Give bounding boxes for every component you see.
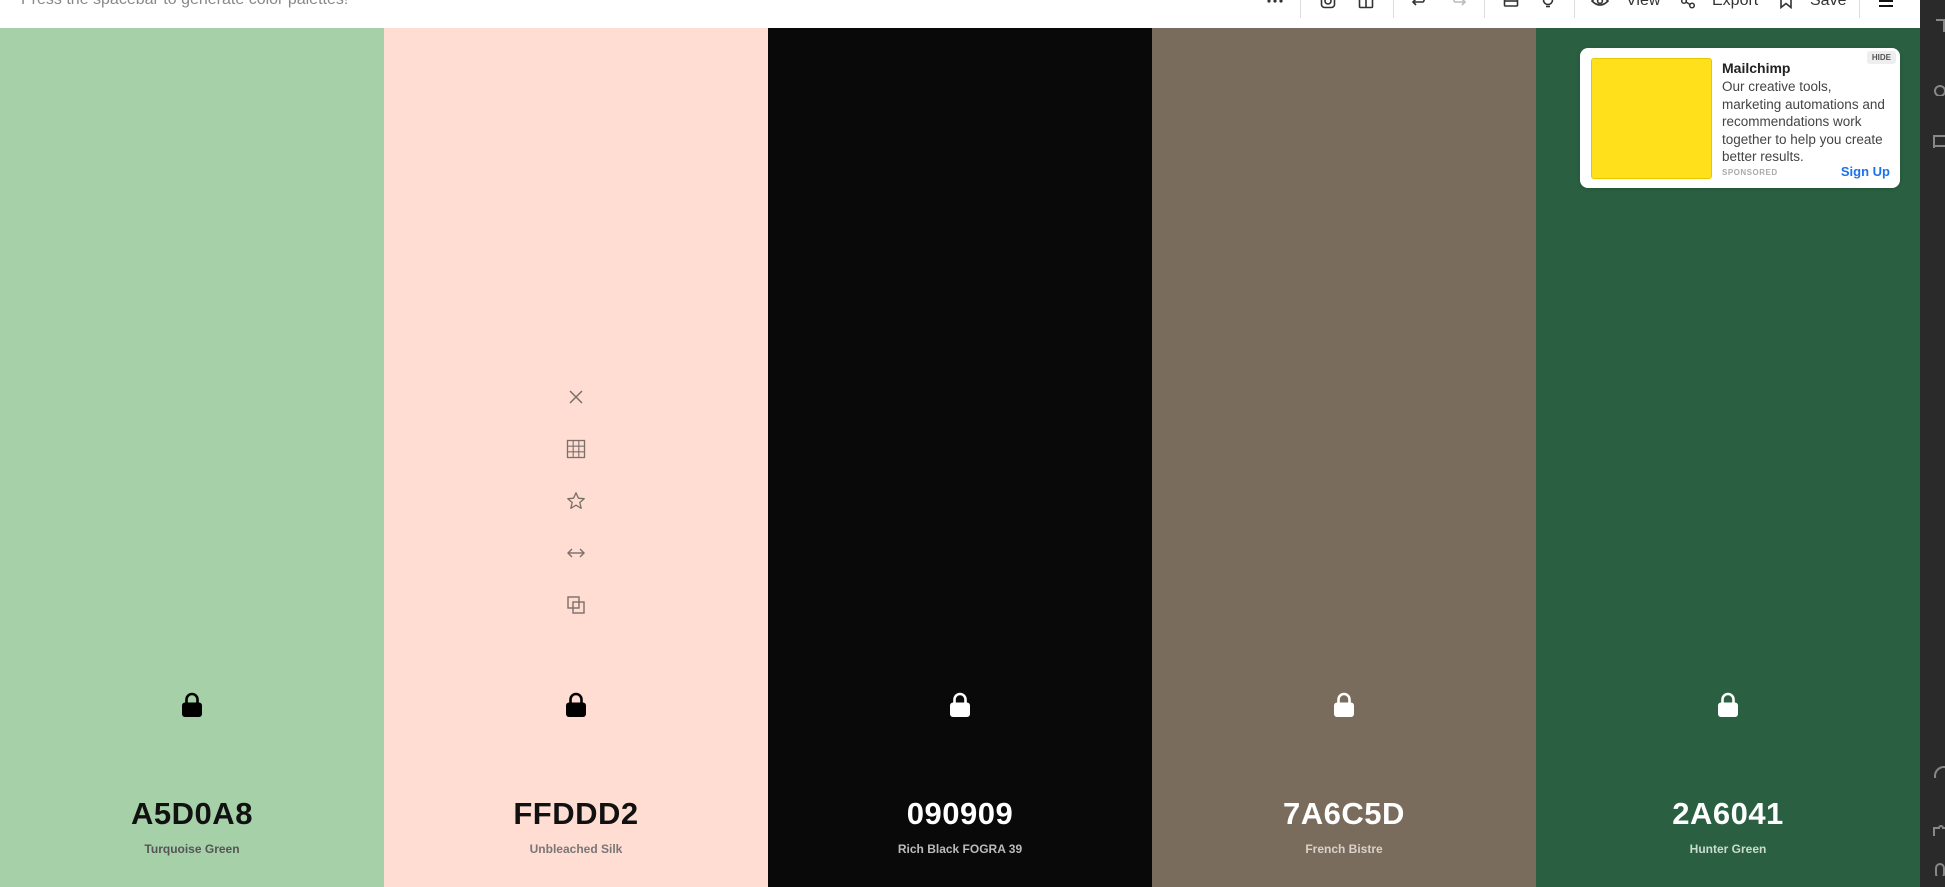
- color-swatch[interactable]: 090909 Rich Black FOGRA 39: [768, 28, 1152, 887]
- view-button[interactable]: View: [1626, 0, 1660, 10]
- toolbar-divider: [1484, 0, 1485, 18]
- account-icon[interactable]: [1932, 764, 1945, 778]
- bulb-icon[interactable]: [1539, 0, 1557, 10]
- sponsored-label: SPONSORED: [1722, 168, 1778, 177]
- color-name: Rich Black FOGRA 39: [897, 842, 1023, 856]
- color-name: Unbleached Silk: [529, 842, 623, 856]
- lock-icon[interactable]: [1717, 692, 1739, 718]
- lock-icon[interactable]: [949, 692, 971, 718]
- hex-code[interactable]: 2A6041: [1536, 796, 1920, 832]
- toolbar-divider: [1300, 0, 1301, 18]
- top-toolbar: Press the spacebar to generate color pal…: [0, 0, 1920, 29]
- color-name: Turquoise Green: [144, 842, 240, 856]
- drag-arrows-icon[interactable]: [565, 542, 587, 564]
- puzzle-icon[interactable]: [1932, 822, 1945, 836]
- ad-title[interactable]: Mailchimp: [1722, 60, 1790, 76]
- color-name: Hunter Green: [1689, 842, 1767, 856]
- lock-icon[interactable]: [181, 692, 203, 718]
- layout-panel-icon[interactable]: [1932, 134, 1945, 148]
- link-icon[interactable]: [1932, 862, 1945, 876]
- side-panel-edge: [1920, 0, 1945, 887]
- hex-code[interactable]: A5D0A8: [0, 796, 384, 832]
- menu-icon[interactable]: [1877, 0, 1895, 10]
- hex-code[interactable]: 7A6C5D: [1152, 796, 1536, 832]
- hide-ad-button[interactable]: HIDE: [1866, 51, 1896, 64]
- hex-code[interactable]: FFDDD2: [384, 796, 768, 832]
- panel-icon[interactable]: [1932, 18, 1945, 32]
- color-swatch[interactable]: FFDDD2 Unbleached Silk: [384, 28, 768, 887]
- more-options-icon[interactable]: [1266, 0, 1284, 10]
- spacebar-hint: Press the spacebar to generate color pal…: [21, 0, 348, 9]
- export-button[interactable]: Export: [1712, 0, 1758, 10]
- color-swatch[interactable]: 7A6C5D French Bistre: [1152, 28, 1536, 887]
- swatch-tools: [565, 386, 587, 616]
- remove-icon[interactable]: [565, 386, 587, 408]
- shades-grid-icon[interactable]: [565, 438, 587, 460]
- preview-icon[interactable]: [1502, 0, 1520, 10]
- sign-up-link[interactable]: Sign Up: [1841, 164, 1890, 179]
- hex-code[interactable]: 090909: [768, 796, 1152, 832]
- layout-icon[interactable]: [1357, 0, 1375, 10]
- eye-icon[interactable]: [1591, 0, 1609, 10]
- save-button[interactable]: Save: [1810, 0, 1846, 10]
- toolbar-divider: [1859, 0, 1860, 18]
- toolbar-divider: [1393, 0, 1394, 18]
- sponsored-ad-card[interactable]: Mailchimp Our creative tools, marketing …: [1580, 48, 1900, 188]
- color-swatch[interactable]: A5D0A8 Turquoise Green: [0, 28, 384, 887]
- lock-icon[interactable]: [1333, 692, 1355, 718]
- share-icon[interactable]: [1679, 0, 1697, 10]
- lock-icon[interactable]: [565, 692, 587, 718]
- copy-icon[interactable]: [565, 594, 587, 616]
- star-icon[interactable]: [565, 490, 587, 512]
- color-name: French Bistre: [1305, 842, 1383, 856]
- redo-icon[interactable]: [1449, 0, 1467, 10]
- ad-description[interactable]: Our creative tools, marketing automation…: [1722, 78, 1892, 166]
- undo-icon[interactable]: [1411, 0, 1429, 10]
- ad-image[interactable]: [1591, 58, 1712, 179]
- camera-icon[interactable]: [1319, 0, 1337, 10]
- bookmark-icon[interactable]: [1777, 0, 1795, 10]
- bug-icon[interactable]: [1932, 82, 1945, 96]
- toolbar-divider: [1574, 0, 1575, 18]
